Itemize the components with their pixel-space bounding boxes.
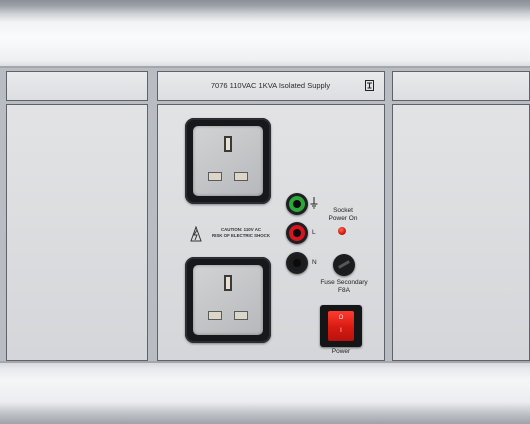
neutral-pin-slot <box>208 172 222 181</box>
terminal-socket-hole <box>293 259 301 267</box>
lower-mains-socket[interactable] <box>185 257 271 343</box>
terminal-socket-hole <box>293 229 301 237</box>
top-rack-rail <box>0 0 530 67</box>
neutral-terminal[interactable] <box>286 252 308 274</box>
left-module-label-strip <box>6 71 148 101</box>
power-switch-label: Power <box>331 348 351 355</box>
earth-symbol-icon <box>310 197 318 209</box>
earth-terminal[interactable] <box>286 193 308 215</box>
caution-label: CAUTION: 110V AC RISK OF ELECTRIC SHOCK <box>189 224 279 246</box>
switch-rocker[interactable]: O I <box>328 311 354 341</box>
top-rail-edge <box>0 66 530 68</box>
earth-pin-slot <box>224 275 232 291</box>
terminal-socket-hole <box>293 200 301 208</box>
live-pin-slot <box>234 172 248 181</box>
caution-line-2: RISK OF ELECTRIC SHOCK <box>211 232 271 238</box>
switch-off-mark: I <box>340 328 342 334</box>
electric-shock-warning-icon <box>190 226 202 242</box>
fuse-label-line-1: Fuse Secondary <box>320 279 368 286</box>
upper-mains-socket[interactable] <box>185 118 271 204</box>
indicator-label-line-1: Socket <box>333 207 353 214</box>
fuse-cap-slot <box>338 260 350 269</box>
socket-face <box>193 126 263 196</box>
earth-pin-slot <box>224 136 232 152</box>
bottom-rail-edge <box>0 361 530 363</box>
fuse-label-line-2: F8A <box>338 287 350 294</box>
neutral-terminal-label: N <box>312 259 317 266</box>
power-rocker-switch[interactable]: O I <box>320 305 362 347</box>
fuse-label: Fuse Secondary F8A <box>314 279 374 295</box>
socket-power-on-led <box>338 227 346 235</box>
bottom-rack-rail <box>0 362 530 424</box>
indicator-label-line-2: Power On <box>328 215 358 222</box>
secondary-fuse-holder[interactable] <box>333 254 355 276</box>
ce-mark-icon <box>365 80 374 91</box>
socket-face <box>193 265 263 335</box>
live-terminal-label: L <box>312 229 316 236</box>
right-module-label-strip <box>392 71 530 101</box>
socket-power-indicator-label: Socket Power On <box>318 207 368 223</box>
left-module-panel <box>6 104 148 361</box>
module-title: 7076 110VAC 1KVA Isolated Supply <box>210 81 331 90</box>
live-terminal[interactable] <box>286 222 308 244</box>
live-pin-slot <box>234 311 248 320</box>
switch-on-mark: O <box>338 315 344 321</box>
neutral-pin-slot <box>208 311 222 320</box>
right-module-panel <box>392 104 530 361</box>
